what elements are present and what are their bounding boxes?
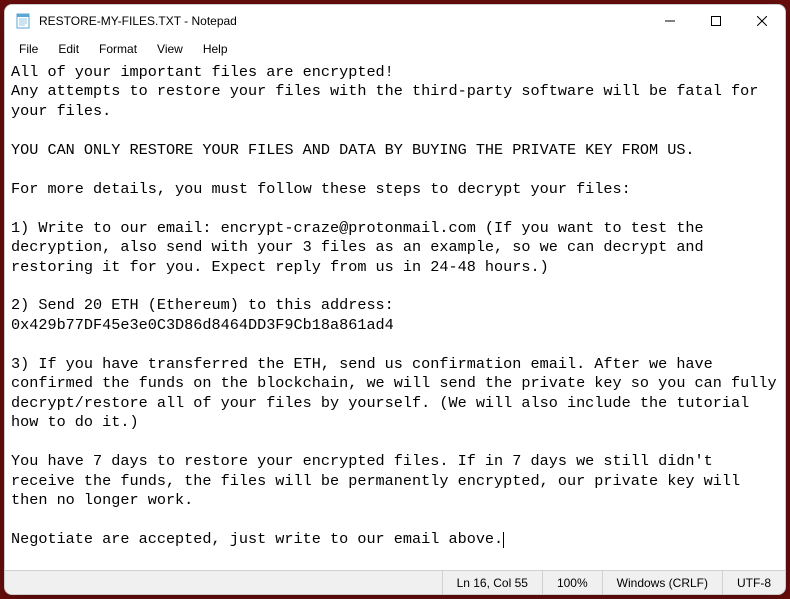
titlebar[interactable]: RESTORE-MY-FILES.TXT - Notepad bbox=[5, 5, 785, 37]
maximize-button[interactable] bbox=[693, 5, 739, 37]
text-cursor bbox=[503, 532, 504, 548]
notepad-icon bbox=[15, 13, 31, 29]
menubar: File Edit Format View Help bbox=[5, 37, 785, 61]
menu-help[interactable]: Help bbox=[193, 40, 238, 58]
close-button[interactable] bbox=[739, 5, 785, 37]
menu-format[interactable]: Format bbox=[89, 40, 147, 58]
window-controls bbox=[647, 5, 785, 37]
menu-file[interactable]: File bbox=[9, 40, 48, 58]
status-encoding: UTF-8 bbox=[722, 571, 785, 594]
window-title: RESTORE-MY-FILES.TXT - Notepad bbox=[39, 14, 647, 28]
document-text: All of your important files are encrypte… bbox=[11, 63, 785, 548]
menu-edit[interactable]: Edit bbox=[48, 40, 89, 58]
status-line-ending: Windows (CRLF) bbox=[602, 571, 722, 594]
notepad-window: RESTORE-MY-FILES.TXT - Notepad File Edit… bbox=[4, 4, 786, 595]
menu-view[interactable]: View bbox=[147, 40, 193, 58]
status-position: Ln 16, Col 55 bbox=[442, 571, 542, 594]
statusbar: Ln 16, Col 55 100% Windows (CRLF) UTF-8 bbox=[5, 570, 785, 594]
text-area[interactable]: All of your important files are encrypte… bbox=[5, 61, 785, 570]
minimize-button[interactable] bbox=[647, 5, 693, 37]
status-zoom: 100% bbox=[542, 571, 602, 594]
